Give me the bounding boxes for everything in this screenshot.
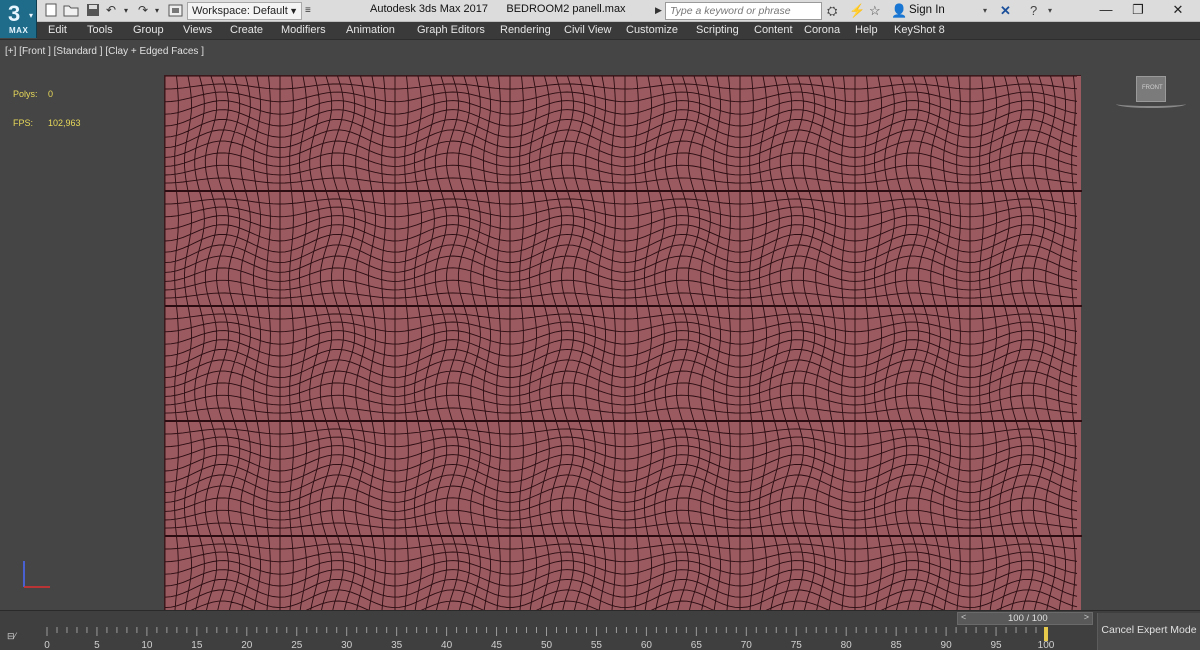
menu-bar: Edit Tools Group Views Create Modifiers … (37, 22, 1200, 39)
save-icon[interactable] (86, 2, 100, 19)
ruler-tick-label: 100 (1038, 640, 1055, 650)
menu-tools[interactable]: Tools (87, 24, 113, 36)
logo-text: MAX (9, 26, 29, 35)
sign-in-link[interactable]: Sign In (909, 4, 945, 16)
time-slider[interactable]: < 100 / 100 > (957, 612, 1093, 625)
viewcube-face-label: FRONT (1142, 85, 1163, 91)
ruler-tick-label: 60 (641, 640, 653, 650)
fps-label: FPS: (13, 118, 34, 128)
search-input[interactable] (665, 2, 822, 20)
binoculars-icon[interactable]: ⛭ (827, 2, 837, 20)
timeline-bar: < 100 / 100 > ⊟⁄ 0 5 10 15 20 25 30 35 40 45 50 55 6… (0, 610, 1200, 650)
menu-scripting[interactable]: Scripting (696, 24, 739, 36)
frame-ruler: 0 5 10 15 20 25 30 35 40 45 50 55 60 65 70 75 80 85 90 95 10… (44, 627, 1055, 650)
menu-create[interactable]: Create (230, 24, 263, 36)
menu-keyshot[interactable]: KeyShot 8 (894, 24, 945, 36)
redo-dropdown-icon[interactable]: ▾ (155, 2, 159, 19)
menu-animation[interactable]: Animation (346, 24, 395, 36)
fps-value: 102,963 (48, 118, 81, 128)
menu-help[interactable]: Help (855, 24, 878, 36)
user-icon: 👤 (891, 3, 908, 18)
ruler-tick-label: 10 (141, 640, 153, 650)
ruler-tick-label: 40 (441, 640, 453, 650)
help-icon[interactable]: ? (1030, 2, 1037, 20)
ruler-tick-label: 35 (391, 640, 403, 650)
sign-in-dropdown-icon[interactable]: ▾ (983, 2, 987, 20)
mesh-edges (165, 76, 1078, 611)
ruler-tick-label: 65 (691, 640, 703, 650)
menu-rendering[interactable]: Rendering (500, 24, 551, 36)
communication-center-icon[interactable]: ⚡ (849, 2, 865, 20)
logo-number: 3 (8, 1, 21, 26)
ruler-tick-label: 45 (491, 640, 503, 650)
ruler-tick-label: 70 (741, 640, 753, 650)
viewcube[interactable]: FRONT (1136, 76, 1166, 102)
ruler-tick-label: 95 (990, 640, 1002, 650)
app-menu-button[interactable]: 3 MAX ▾ (0, 0, 37, 38)
viewport-label-menu[interactable]: [+] [Front ] [Standard ] [Clay + Edged F… (5, 46, 204, 57)
undo-dropdown-icon[interactable]: ▾ (124, 2, 128, 19)
menu-civil-view[interactable]: Civil View (564, 24, 611, 36)
minimize-icon[interactable]: — (1090, 0, 1122, 22)
ruler-tick-label: 50 (541, 640, 553, 650)
menu-group[interactable]: Group (133, 24, 164, 36)
menu-content[interactable]: Content (754, 24, 793, 36)
axis-tripod-icon (23, 561, 50, 588)
maximize-icon[interactable]: ❐ (1122, 0, 1154, 22)
window-title: Autodesk 3ds Max 2017 BEDROOM2 panell.ma… (370, 3, 626, 15)
ruler-tick-label: 15 (191, 640, 203, 650)
favorites-star-icon[interactable]: ☆ (869, 2, 881, 20)
title-bar: 3 MAX ▾ ↶ ▾ ↷ ▾ Workspace: Default ▼ ≡ A… (0, 0, 1200, 38)
redo-icon[interactable]: ↷ (138, 2, 148, 19)
menu-graph-editors[interactable]: Graph Editors (417, 24, 485, 36)
ruler-tick-label: 30 (341, 640, 353, 650)
cancel-expert-mode-button[interactable]: Cancel Expert Mode (1097, 613, 1200, 650)
current-frame-marker[interactable] (1044, 627, 1048, 641)
workspace-dropdown[interactable]: Workspace: Default ▼ (187, 2, 302, 20)
menu-modifiers[interactable]: Modifiers (281, 24, 326, 36)
ruler-tick-label: 90 (941, 640, 953, 650)
ruler-tick-label: 80 (841, 640, 853, 650)
viewcube-compass[interactable] (1116, 100, 1186, 108)
ruler-tick-label: 75 (791, 640, 803, 650)
undo-icon[interactable]: ↶ (106, 2, 116, 19)
new-file-icon[interactable] (44, 2, 58, 19)
chevron-down-icon: ▼ (289, 6, 298, 16)
ruler-tick-label: 25 (291, 640, 303, 650)
polys-label: Polys: (13, 89, 38, 99)
app-window: 3 MAX ▾ ↶ ▾ ↷ ▾ Workspace: Default ▼ ≡ A… (0, 0, 1200, 650)
quick-access-customize-icon[interactable]: ≡ (305, 2, 311, 19)
slider-prev-icon[interactable]: < (961, 612, 966, 622)
menu-edit[interactable]: Edit (48, 24, 67, 36)
menu-corona[interactable]: Corona (804, 24, 840, 36)
front-viewport[interactable]: [+] [Front ] [Standard ] [Clay + Edged F… (0, 39, 1200, 611)
menu-customize[interactable]: Customize (626, 24, 678, 36)
ruler-tick-label: 20 (241, 640, 253, 650)
menu-views[interactable]: Views (183, 24, 212, 36)
exchange-apps-icon[interactable]: ✕ (1000, 2, 1011, 20)
polys-value: 0 (48, 89, 54, 99)
ruler-tick-label: 55 (591, 640, 603, 650)
project-folder-icon[interactable] (168, 2, 184, 19)
open-folder-icon[interactable] (63, 2, 79, 19)
help-dropdown-icon[interactable]: ▾ (1048, 2, 1052, 20)
close-icon[interactable]: ✕ (1162, 0, 1194, 22)
frame-display: 100 / 100 (1008, 613, 1048, 624)
search-expand-icon[interactable]: ▶ (655, 2, 662, 19)
wireframe-mesh (165, 76, 1082, 611)
slider-next-icon[interactable]: > (1084, 612, 1089, 622)
curve-editor-toggle-icon[interactable]: ⊟⁄ (7, 631, 31, 647)
wall-panel-mesh[interactable] (164, 75, 1082, 611)
ruler-tick-label: 85 (891, 640, 903, 650)
ruler-tick-label: 5 (94, 640, 100, 650)
chevron-down-icon: ▾ (29, 11, 34, 20)
ruler-tick-label: 0 (44, 640, 50, 650)
workspace-value: Workspace: Default (192, 5, 288, 17)
track-bar[interactable]: 0 5 10 15 20 25 30 35 40 45 50 55 60 65 70 75 80 85 90 95 10… (37, 627, 1095, 650)
